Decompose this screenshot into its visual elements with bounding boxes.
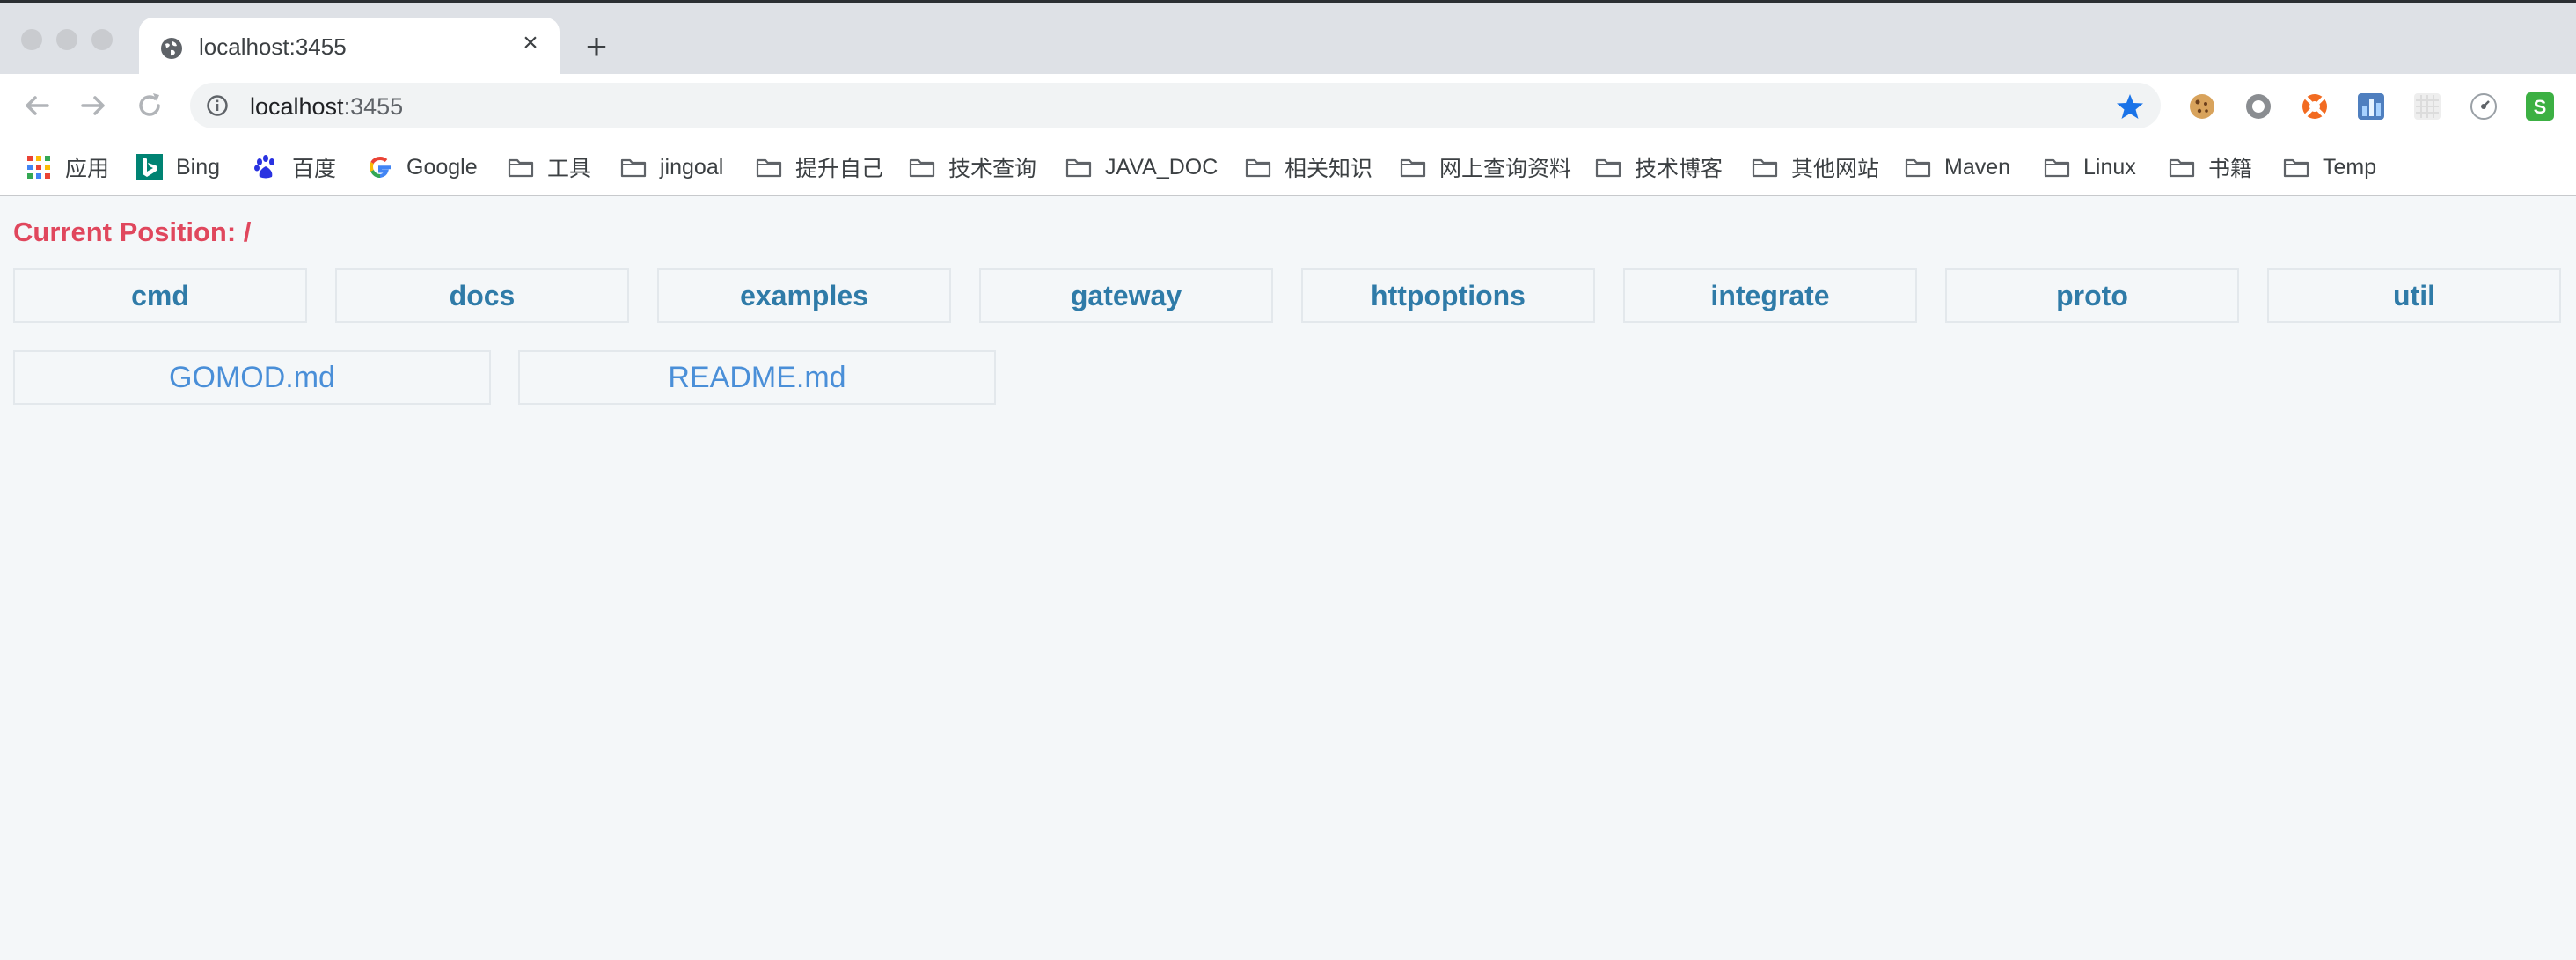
s-extension-icon[interactable]: S [2525,92,2555,121]
bookmark-bing[interactable]: Bing [135,150,220,185]
new-tab-button[interactable]: + [581,28,612,65]
bookmarks-bar: 应用 Bing 百度 Google 工具 jingoal 提升自己 技术查询 J… [0,139,2576,196]
bookmark-label: 书籍 [2208,157,2253,181]
bookmark-label: 技术查询 [948,157,1037,181]
bookmark-label: 工具 [547,157,592,181]
bookmark-label: Linux [2083,154,2136,180]
tab-strip: localhost:3455 × + [0,0,2576,77]
directory-link-cmd[interactable]: cmd [13,268,307,323]
svg-text:S: S [2534,96,2547,118]
bookmark-label: JAVA_DOC [1105,154,1218,180]
folder-icon [1752,158,1778,178]
directory-link-gateway[interactable]: gateway [979,268,1273,323]
chart-extension-icon[interactable] [2356,92,2386,121]
bookmark-folder[interactable]: 其他网站 [1751,150,1879,185]
bookmark-apps[interactable]: 应用 [25,150,109,185]
directory-link-integrate[interactable]: integrate [1623,268,1917,323]
bookmark-folder[interactable]: 工具 [507,150,591,185]
url-host: localhost [250,93,344,120]
bookmark-label: Maven [1944,154,2011,180]
bookmark-label: Temp [2323,154,2377,180]
directory-link-examples[interactable]: examples [657,268,951,323]
baidu-paw-icon [254,155,274,179]
bookmark-label: 技术博客 [1635,157,1723,181]
bookmark-label: 应用 [65,157,110,181]
bookmark-label: 其他网站 [1791,157,1880,181]
bookmark-folder[interactable]: Linux [2043,150,2136,185]
folder-icon [756,158,782,178]
grid-extension-icon[interactable] [2412,92,2442,121]
bookmark-label: 提升自己 [795,157,884,181]
zoom-window-button[interactable] [91,29,113,50]
bookmark-folder[interactable]: Temp [2282,150,2376,185]
bookmark-label: Google [406,154,478,180]
directory-link-docs[interactable]: docs [335,268,629,323]
globe-icon [161,38,182,59]
folder-icon [508,158,534,178]
folder-icon [909,158,935,178]
bookmark-label: 相关知识 [1284,157,1373,181]
bookmark-label: 百度 [292,157,337,181]
folder-icon [1065,158,1092,178]
cookie-icon[interactable] [2187,92,2217,121]
folder-icon [2169,158,2195,178]
bookmark-baidu[interactable]: 百度 [252,150,336,185]
directory-link-proto[interactable]: proto [1945,268,2239,323]
circle-record-icon[interactable] [2243,92,2273,121]
current-position: Current Position: / [13,216,252,247]
folder-icon [620,158,647,178]
folder-icon [1400,158,1426,178]
minimize-window-button[interactable] [56,29,77,50]
folder-icon [2044,158,2070,178]
bookmark-label: jingoal [660,154,724,180]
folder-icon [2283,158,2309,178]
forward-arrow-icon[interactable] [76,88,111,123]
reload-icon[interactable] [132,88,167,123]
bookmark-folder[interactable]: 相关知识 [1244,150,1372,185]
browser-chrome: localhost:3455 × + localhost:3455 S 应用 B… [0,0,2576,196]
bookmark-folder[interactable]: 网上查询资料 [1399,150,1571,185]
bing-icon [136,154,163,180]
tab-close-icon[interactable]: × [517,30,544,56]
bookmark-folder[interactable]: jingoal [619,150,723,185]
bookmark-google[interactable]: Google [366,150,478,185]
clock-extension-icon[interactable] [2469,92,2499,121]
bookmark-folder[interactable]: 技术查询 [908,150,1036,185]
toolbar: localhost:3455 S [0,74,2576,139]
active-tab[interactable]: localhost:3455 × [139,18,560,77]
bookmark-label: 网上查询资料 [1439,157,1572,181]
bookmark-folder[interactable]: 提升自己 [755,150,883,185]
info-icon[interactable] [206,94,229,117]
directory-link-httpoptions[interactable]: httpoptions [1301,268,1595,323]
bookmark-folder[interactable]: 技术博客 [1594,150,1723,185]
directory-link-util[interactable]: util [2267,268,2561,323]
apps-grid-icon [27,156,50,179]
url-text[interactable]: localhost:3455 [250,93,403,121]
page-content: Current Position: / cmd docs examples ga… [0,196,2576,960]
bookmark-folder[interactable]: JAVA_DOC [1065,150,1218,185]
file-link-readme[interactable]: README.md [518,350,996,405]
close-window-button[interactable] [21,29,42,50]
bookmark-folder[interactable]: 书籍 [2168,150,2252,185]
folder-icon [1905,158,1931,178]
bookmark-folder[interactable]: Maven [1904,150,2010,185]
tab-title: localhost:3455 [199,33,347,60]
bookmark-star-icon[interactable] [2115,92,2145,121]
file-link-gomod[interactable]: GOMOD.md [13,350,491,405]
folder-icon [1595,158,1621,178]
folder-icon [1245,158,1271,178]
url-port: :3455 [343,93,404,120]
lifebuoy-icon[interactable] [2300,92,2330,121]
back-arrow-icon[interactable] [19,88,55,123]
bookmark-label: Bing [176,154,221,180]
address-bar[interactable]: localhost:3455 [190,83,2161,128]
google-icon [370,156,391,179]
